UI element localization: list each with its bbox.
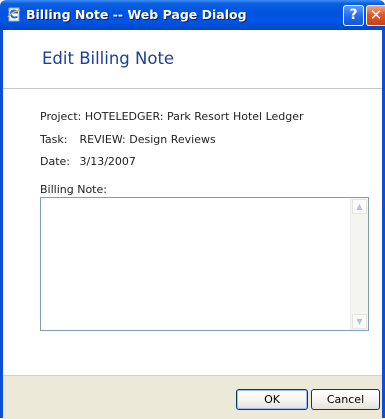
title-bar[interactable]: Billing Note -- Web Page Dialog ? ✕ bbox=[0, 0, 385, 30]
close-button[interactable]: ✕ bbox=[366, 5, 385, 26]
project-value: HOTELEDGER: Park Resort Hotel Ledger bbox=[84, 110, 304, 123]
date-label: Date: bbox=[40, 155, 70, 168]
project-row: Project: HOTELEDGER: Park Resort Hotel L… bbox=[40, 110, 304, 124]
page-title: Edit Billing Note bbox=[42, 49, 175, 68]
cancel-button[interactable]: Cancel bbox=[311, 389, 380, 410]
task-value: REVIEW: Design Reviews bbox=[79, 133, 216, 146]
project-label: Project: bbox=[40, 110, 82, 123]
dialog-header: Edit Billing Note bbox=[3, 30, 382, 89]
window-title: Billing Note -- Web Page Dialog bbox=[26, 7, 247, 22]
note-scrollbar[interactable]: ▲ ▼ bbox=[350, 198, 368, 330]
task-row: Task: REVIEW: Design Reviews bbox=[40, 133, 216, 147]
billing-note-label: Billing Note: bbox=[40, 183, 107, 196]
dialog-window: Billing Note -- Web Page Dialog ? ✕ Edit… bbox=[0, 0, 385, 419]
task-label: Task: bbox=[40, 133, 68, 146]
scroll-down-arrow-icon[interactable]: ▼ bbox=[352, 314, 367, 329]
ie-page-icon bbox=[7, 7, 21, 22]
scroll-up-arrow-icon[interactable]: ▲ bbox=[352, 199, 367, 214]
help-button[interactable]: ? bbox=[343, 5, 364, 26]
billing-note-textarea[interactable]: ▲ ▼ bbox=[40, 197, 369, 331]
ok-button[interactable]: OK bbox=[236, 389, 308, 410]
dialog-footer: OK Cancel bbox=[3, 375, 382, 419]
date-row: Date: 3/13/2007 bbox=[40, 155, 136, 169]
date-value: 3/13/2007 bbox=[79, 155, 136, 168]
